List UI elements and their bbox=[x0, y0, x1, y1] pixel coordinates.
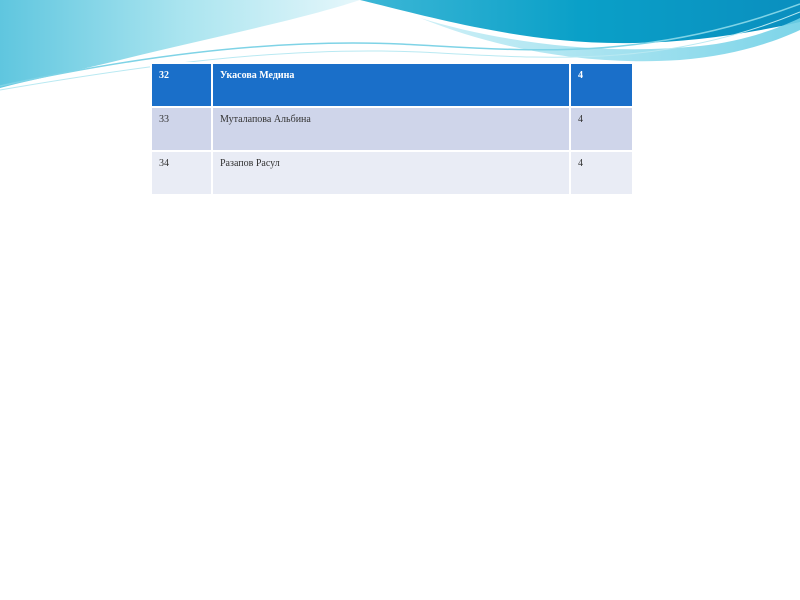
grade-cell: 4 bbox=[569, 150, 634, 196]
student-name-cell: Муталапова Альбина bbox=[211, 106, 571, 152]
row-number-cell: 34 bbox=[150, 150, 213, 196]
students-grades-table: 32 Укасова Медина 4 33 Муталапова Альбин… bbox=[150, 62, 634, 196]
table-row: 33 Муталапова Альбина 4 bbox=[150, 106, 634, 152]
table-row: 32 Укасова Медина 4 bbox=[150, 62, 634, 108]
slide: 32 Укасова Медина 4 33 Муталапова Альбин… bbox=[0, 0, 800, 600]
grade-cell: 4 bbox=[569, 62, 634, 108]
row-number-cell: 33 bbox=[150, 106, 213, 152]
table-row: 34 Разапов Расул 4 bbox=[150, 150, 634, 196]
student-name-cell: Разапов Расул bbox=[211, 150, 571, 196]
student-name-cell: Укасова Медина bbox=[211, 62, 571, 108]
row-number-cell: 32 bbox=[150, 62, 213, 108]
grade-cell: 4 bbox=[569, 106, 634, 152]
